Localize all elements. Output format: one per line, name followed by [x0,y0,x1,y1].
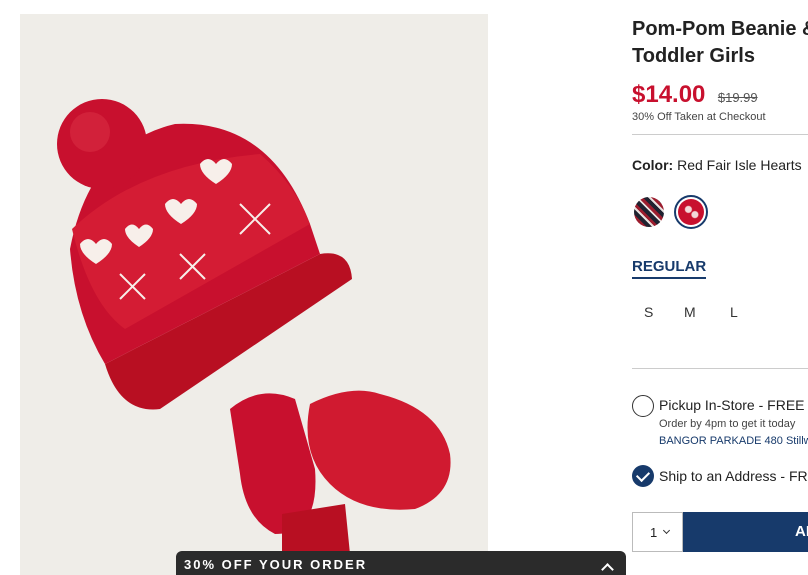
regular-price: $19.99 [717,90,758,105]
product-image[interactable] [20,14,488,575]
size-option-m[interactable]: M [684,304,696,320]
price-row: $14.00 $19.99 [632,81,758,109]
size-option-l[interactable]: L [730,304,738,320]
divider [632,134,808,135]
ship-label[interactable]: Ship to an Address - FREE [659,468,808,484]
product-title: Pom-Pom Beanie & Mittens Set for Toddler… [632,16,808,70]
color-label: Color: [632,157,674,173]
swatch-navy-fair-isle[interactable] [634,197,664,227]
chevron-down-icon [662,526,671,535]
product-details: Pom-Pom Beanie & Mittens Set for Toddler… [632,0,808,575]
product-photo [57,99,451,563]
pickup-store-link[interactable]: BANGOR PARKADE 480 Stillwater Ave [659,435,808,447]
tab-regular[interactable]: REGULAR [632,258,707,279]
size-option-s[interactable]: S [644,304,653,320]
add-to-bag-button[interactable]: ADD TO BAG [683,512,808,552]
color-value: Red Fair Isle Hearts [677,157,802,173]
chevron-up-icon[interactable] [601,563,614,575]
promo-text: 30% OFF YOUR ORDER [184,557,368,572]
pickup-subtext: Order by 4pm to get it today [659,418,796,430]
pickup-label[interactable]: Pickup In-Store - FREE [659,397,805,413]
ship-radio-checked-icon[interactable] [632,465,654,487]
color-row: Color: Red Fair Isle Hearts [632,157,802,173]
discount-note: 30% Off Taken at Checkout [632,111,766,123]
promo-banner[interactable]: 30% OFF YOUR ORDER [176,551,626,575]
pickup-radio[interactable] [632,395,654,417]
product-title-line2: Toddler Girls [632,45,755,67]
sale-price: $14.00 [632,81,706,108]
add-to-bag-label: ADD TO BAG [795,523,808,540]
mitten-right [307,390,451,510]
product-title-line1: Pom-Pom Beanie & Mittens Set for [632,18,808,40]
swatch-pattern [678,199,704,225]
divider [632,368,808,369]
quantity-value: 1 [650,525,658,540]
quantity-select[interactable]: 1 [632,512,683,552]
swatch-red-fair-isle-hearts[interactable] [674,195,708,229]
